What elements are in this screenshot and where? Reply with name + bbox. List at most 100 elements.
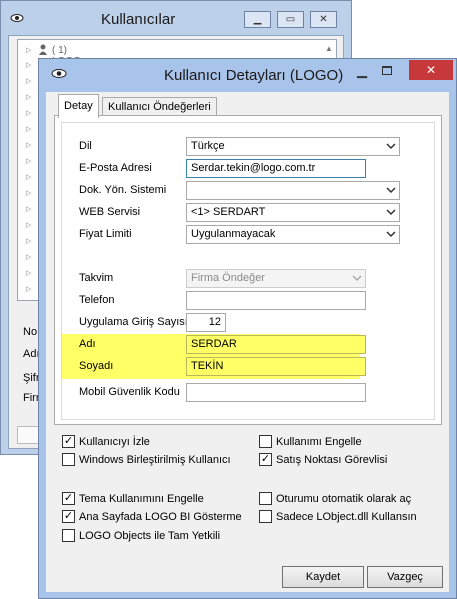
checkbox-label: Tema Kullanımını Engelle [79,492,204,505]
checkbox-label: Kullanımı Engelle [276,435,362,448]
tab-detay[interactable]: Detay [58,94,99,118]
checkbox-label: Sadece LObject.dll Kullansın [276,510,417,523]
checkbox-windows-birlestirilmis[interactable]: Windows Birleştirilmiş Kullanıcı [62,453,231,466]
label-telefon: Telefon [79,294,115,306]
checkbox-box[interactable]: ✓ [259,453,272,466]
checkbox-box[interactable]: ✓ [62,492,75,505]
checkbox-box[interactable] [259,492,272,505]
takvim-select[interactable]: Firma Öndeğer [186,269,366,288]
checkbox-box[interactable]: ✓ [62,435,75,448]
adi-input[interactable]: SERDAR [186,335,366,354]
checkbox-box[interactable] [259,435,272,448]
checkbox-logo-objects[interactable]: LOGO Objects ile Tam Yetkili [62,529,220,542]
save-button[interactable]: Kaydet [282,566,364,588]
expand-arrow-icon[interactable]: ▷ [26,109,31,117]
web-select[interactable]: <1> SERDART [186,203,400,222]
expand-arrow-icon[interactable]: ▷ [26,173,31,181]
checkbox-label: Satış Noktası Görevlisi [276,453,388,466]
expand-arrow-icon[interactable]: ▷ [26,253,31,261]
users-window-titlebar: Kullanıcılar ▁ ▭ ✕ [1,1,351,35]
expand-arrow-icon[interactable]: ▷ [26,141,31,149]
dialog-title: Kullanıcı Detayları (LOGO) [164,67,344,84]
expand-arrow-icon[interactable]: ▷ [26,61,31,69]
giris-input[interactable]: 12 [186,313,226,332]
close-button[interactable]: ✕ [310,11,337,28]
soyadi-input[interactable]: TEKİN [186,357,366,376]
detail-panel: Dil Türkçe E-Posta Adresi Serdar.tekin@l… [54,115,442,425]
checkbox-box[interactable] [62,453,75,466]
tab-kullanici-ondegerleri[interactable]: Kullanıcı Öndeğerleri [102,97,217,117]
label-dil: Dil [79,140,92,152]
checkbox-box[interactable]: ✓ [62,510,75,523]
fiyat-value: Uygulanmayacak [191,228,276,240]
checkbox-label: Kullanıcıyı İzle [79,435,150,448]
checkbox-label: Oturumu otomatik olarak aç [276,492,412,505]
dialog-close-button[interactable]: ✕ [409,60,453,80]
expand-arrow-icon[interactable]: ▷ [26,205,31,213]
checkbox-logo-bi[interactable]: ✓ Ana Sayfada LOGO BI Gösterme [62,510,242,523]
app-eye-icon [51,69,67,78]
label-mobil: Mobil Güvenlik Kodu [79,386,180,398]
expand-arrow-icon[interactable]: ▷ [26,125,31,133]
dok-select[interactable] [186,181,400,200]
expand-arrow-icon[interactable]: ▷ [26,46,31,54]
dialog-client: Detay Kullanıcı Öndeğerleri Dil Türkçe E… [46,92,449,592]
maximize-icon[interactable] [382,66,392,75]
user-details-dialog: Kullanıcı Detayları (LOGO) ▁ ✕ Detay Kul… [38,58,457,599]
minimize-icon[interactable]: ▁ [357,63,367,79]
label-takvim: Takvim [79,272,114,284]
mobil-input[interactable] [186,383,366,402]
checkbox-label: Windows Birleştirilmiş Kullanıcı [79,453,231,466]
checkbox-kullaniciyi-izle[interactable]: ✓ Kullanıcıyı İzle [62,435,150,448]
expand-arrow-icon[interactable]: ▷ [26,77,31,85]
label-eposta: E-Posta Adresi [79,162,152,174]
expand-arrow-icon[interactable]: ▷ [26,93,31,101]
checkbox-tema-engelle[interactable]: ✓ Tema Kullanımını Engelle [62,492,204,505]
dil-select[interactable]: Türkçe [186,137,400,156]
expand-arrow-icon[interactable]: ▷ [26,269,31,277]
close-icon: ✕ [319,14,328,25]
checkbox-satis-noktasi[interactable]: ✓ Satış Noktası Görevlisi [259,453,387,466]
user-icon [38,44,48,59]
options-panel: ✓ Kullanıcıyı İzle Kullanımı Engelle Win… [54,431,442,561]
soyadi-value: TEKİN [191,360,224,372]
maximize-button[interactable]: ▭ [277,11,304,28]
minimize-button[interactable]: ▁ [244,11,271,28]
checkbox-box[interactable] [259,510,272,523]
takvim-value: Firma Öndeğer [191,272,265,284]
cancel-button[interactable]: Vazgeç [367,566,443,588]
chevron-down-icon [386,143,396,150]
label-giris: Uygulama Giriş Sayısı [79,316,188,328]
checkbox-box[interactable] [62,529,75,542]
expand-arrow-icon[interactable]: ▷ [26,189,31,197]
maximize-icon: ▭ [285,14,296,25]
dil-value: Türkçe [191,140,225,152]
checkbox-lobject[interactable]: Sadece LObject.dll Kullansın [259,510,417,523]
fiyat-select[interactable]: Uygulanmayacak [186,225,400,244]
expand-arrow-icon[interactable]: ▷ [26,221,31,229]
telefon-input[interactable] [186,291,366,310]
chevron-down-icon [386,209,396,216]
adi-value: SERDAR [191,338,237,350]
app-eye-icon [10,14,24,22]
expand-arrow-icon[interactable]: ▷ [26,157,31,165]
chevron-down-icon [386,231,396,238]
eposta-value: Serdar.tekin@logo.com.tr [191,162,316,174]
checkbox-oturum-otomatik[interactable]: Oturumu otomatik olarak aç [259,492,411,505]
chevron-down-icon [352,275,362,282]
expand-arrow-icon[interactable]: ▷ [26,285,31,293]
fields-frame: Dil Türkçe E-Posta Adresi Serdar.tekin@l… [61,122,435,420]
minimize-icon: ▁ [253,14,262,25]
expand-arrow-icon[interactable]: ▷ [26,237,31,245]
label-fiyat: Fiyat Limiti [79,228,132,240]
scroll-up-icon[interactable]: ▲ [324,44,334,53]
checkbox-label: LOGO Objects ile Tam Yetkili [79,529,221,542]
close-icon: ✕ [425,63,437,77]
label-dok: Dok. Yön. Sistemi [79,184,167,196]
giris-value: 12 [208,316,221,328]
eposta-input[interactable]: Serdar.tekin@logo.com.tr [186,159,366,178]
checkbox-kullanimi-engelle[interactable]: Kullanımı Engelle [259,435,362,448]
checkbox-label: Ana Sayfada LOGO BI Gösterme [79,510,242,523]
web-value: <1> SERDART [191,206,266,218]
chevron-down-icon [386,187,396,194]
